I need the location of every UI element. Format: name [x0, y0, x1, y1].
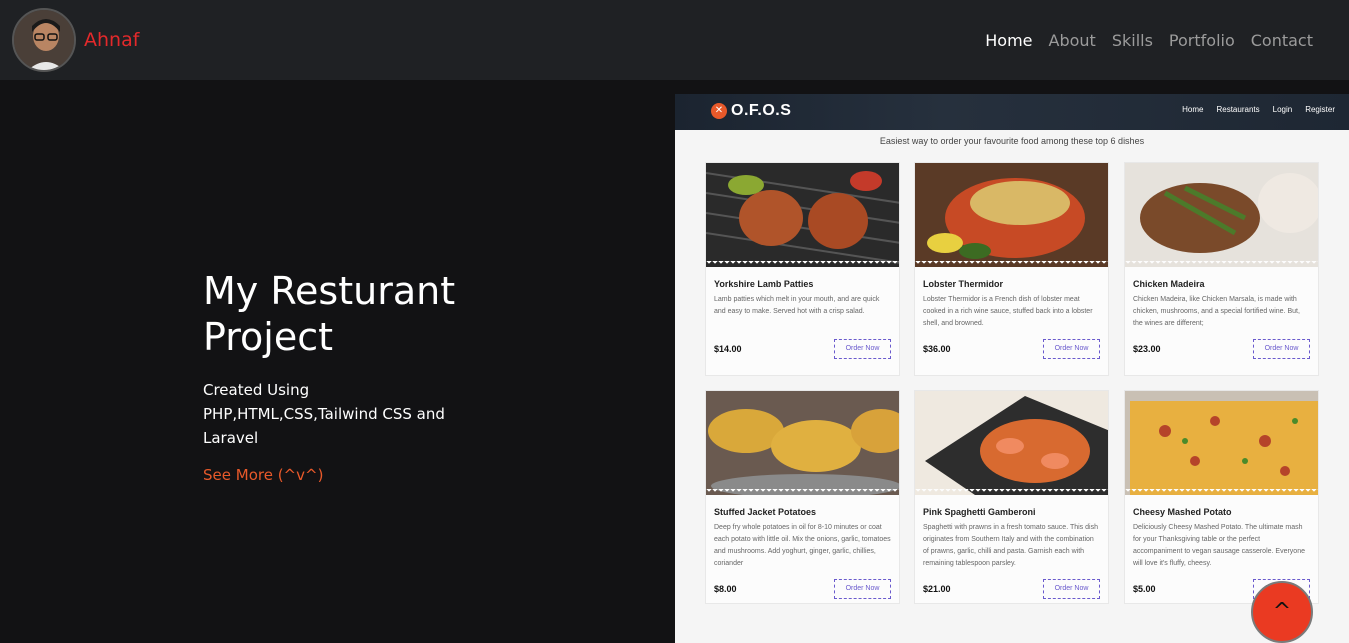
project-preview-image: ✕ O.F.O.S Home Restaurants Login Registe… — [675, 94, 1349, 643]
dish-price: $5.00 — [1133, 584, 1156, 594]
preview-nav-home: Home — [1182, 105, 1204, 114]
dish-card: Pink Spaghetti Gamberoni Spaghetti with … — [914, 390, 1109, 604]
scroll-to-top-button[interactable]: ^ — [1251, 581, 1313, 643]
order-now-button: Order Now — [1043, 339, 1100, 359]
dish-name: Stuffed Jacket Potatoes — [714, 507, 817, 517]
order-now-button: Order Now — [834, 579, 891, 599]
lobster-photo — [915, 163, 1108, 267]
chicken-madeira-photo — [1125, 163, 1318, 267]
dish-description: Deep fry whole potatoes in oil for 8-10 … — [714, 524, 891, 567]
dish-card: Yorkshire Lamb Patties Lamb patties whic… — [705, 162, 900, 376]
order-now-button: Order Now — [1043, 579, 1100, 599]
cheesy-mash-photo — [1125, 391, 1318, 495]
dish-card: Stuffed Jacket Potatoes Deep fry whole p… — [705, 390, 900, 604]
preview-nav-register: Register — [1305, 105, 1335, 114]
dish-description: Lamb patties which melt in your mouth, a… — [714, 296, 880, 315]
nav-link-about[interactable]: About — [1049, 31, 1096, 50]
dish-price: $23.00 — [1133, 344, 1161, 354]
preview-tagline: Easiest way to order your favourite food… — [879, 136, 1145, 146]
nav-link-portfolio[interactable]: Portfolio — [1169, 31, 1235, 50]
project-title: My Resturant Project — [203, 269, 456, 359]
spaghetti-prawns-photo — [915, 391, 1108, 495]
navbar: Ahnaf Home About Skills Portfolio Contac… — [0, 0, 1349, 80]
nav-links: Home About Skills Portfolio Contact — [985, 31, 1313, 50]
dish-name: Chicken Madeira — [1133, 279, 1205, 289]
dish-description: Lobster Thermidor is a French dish of lo… — [923, 296, 1093, 327]
dish-name: Yorkshire Lamb Patties — [714, 279, 814, 289]
brand-name[interactable]: Ahnaf — [84, 29, 139, 51]
nav-link-skills[interactable]: Skills — [1112, 31, 1153, 50]
project-subtitle: Created Using PHP,HTML,CSS,Tailwind CSS … — [203, 381, 445, 447]
dish-name: Pink Spaghetti Gamberoni — [923, 507, 1036, 517]
see-more-link[interactable]: See More (^v^) — [203, 466, 323, 484]
dish-name: Lobster Thermidor — [923, 279, 1004, 289]
fork-knife-icon: ✕ — [711, 103, 727, 119]
order-now-button: Order Now — [1253, 339, 1310, 359]
stuffed-potatoes-photo — [706, 391, 899, 495]
dish-price: $36.00 — [923, 344, 951, 354]
preview-logo-text: O.F.O.S — [731, 102, 792, 119]
profile-avatar[interactable] — [12, 8, 76, 72]
order-now-button: Order Now — [834, 339, 891, 359]
dish-price: $8.00 — [714, 584, 737, 594]
dish-card: Lobster Thermidor Lobster Thermidor is a… — [914, 162, 1109, 376]
preview-logo: ✕ O.F.O.S — [711, 102, 791, 120]
dish-price: $21.00 — [923, 584, 951, 594]
dish-card: Chicken Madeira Chicken Madeira, like Ch… — [1124, 162, 1319, 376]
nav-link-home[interactable]: Home — [985, 31, 1032, 50]
preview-nav-login: Login — [1272, 105, 1293, 114]
dish-description: Spaghetti with prawns in a fresh tomato … — [923, 524, 1098, 567]
dish-description: Chicken Madeira, like Chicken Marsala, i… — [1133, 296, 1300, 327]
project-hero: My Resturant Project Created Using PHP,H… — [203, 268, 503, 484]
dish-name: Cheesy Mashed Potato — [1133, 507, 1232, 517]
preview-nav: Home Restaurants Login Register — [1182, 105, 1335, 114]
dish-description: Deliciously Cheesy Mashed Potato. The ul… — [1133, 524, 1305, 567]
dish-price: $14.00 — [714, 344, 742, 354]
grilled-patties-photo — [706, 163, 899, 267]
nav-link-contact[interactable]: Contact — [1251, 31, 1313, 50]
dish-card: Cheesy Mashed Potato Deliciously Cheesy … — [1124, 390, 1319, 604]
preview-header: ✕ O.F.O.S Home Restaurants Login Registe… — [675, 94, 1349, 130]
preview-nav-restaurants: Restaurants — [1216, 105, 1260, 114]
